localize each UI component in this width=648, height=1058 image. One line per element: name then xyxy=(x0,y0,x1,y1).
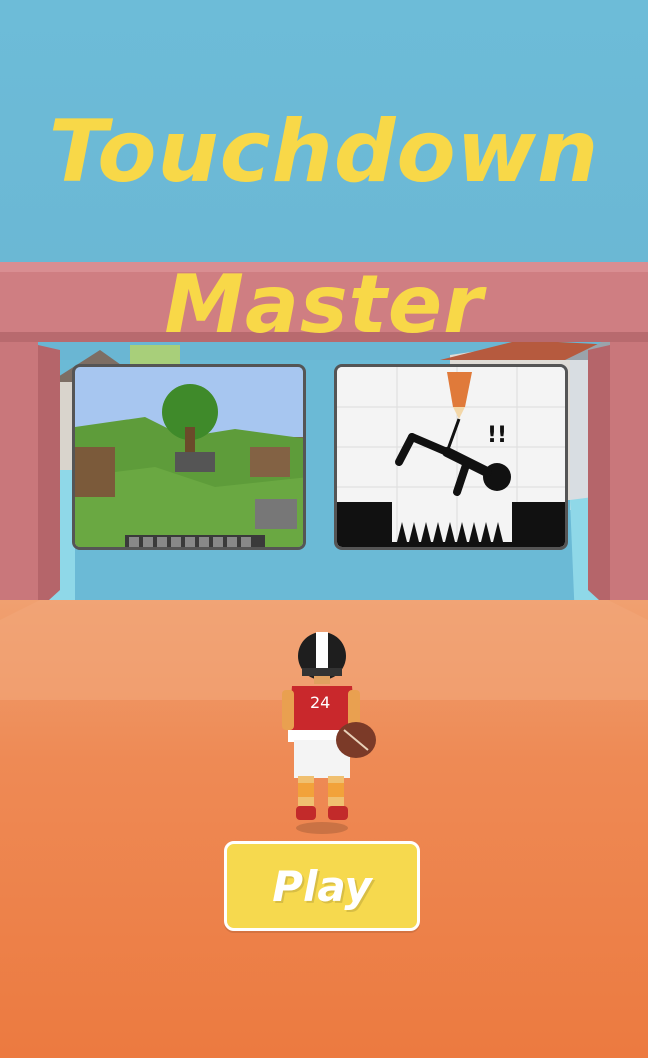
football-player: 24 xyxy=(282,632,376,834)
stickman-draw-game-ad[interactable]: !! xyxy=(334,364,568,550)
game-scene: Touchdown Master !! 24 Play xyxy=(0,0,648,1058)
blocky-landscape-thumbnail xyxy=(75,367,303,547)
jersey-number: 24 xyxy=(310,693,330,712)
play-button-label: Play xyxy=(272,861,372,911)
play-button[interactable]: Play xyxy=(224,841,420,931)
minecraft-game-ad[interactable] xyxy=(72,364,306,550)
game-title-line2: Master xyxy=(164,258,484,351)
stickman-pencil-thumbnail: !! xyxy=(337,367,565,547)
svg-text:!!: !! xyxy=(487,423,507,448)
game-title-line1: Touchdown xyxy=(48,102,600,202)
